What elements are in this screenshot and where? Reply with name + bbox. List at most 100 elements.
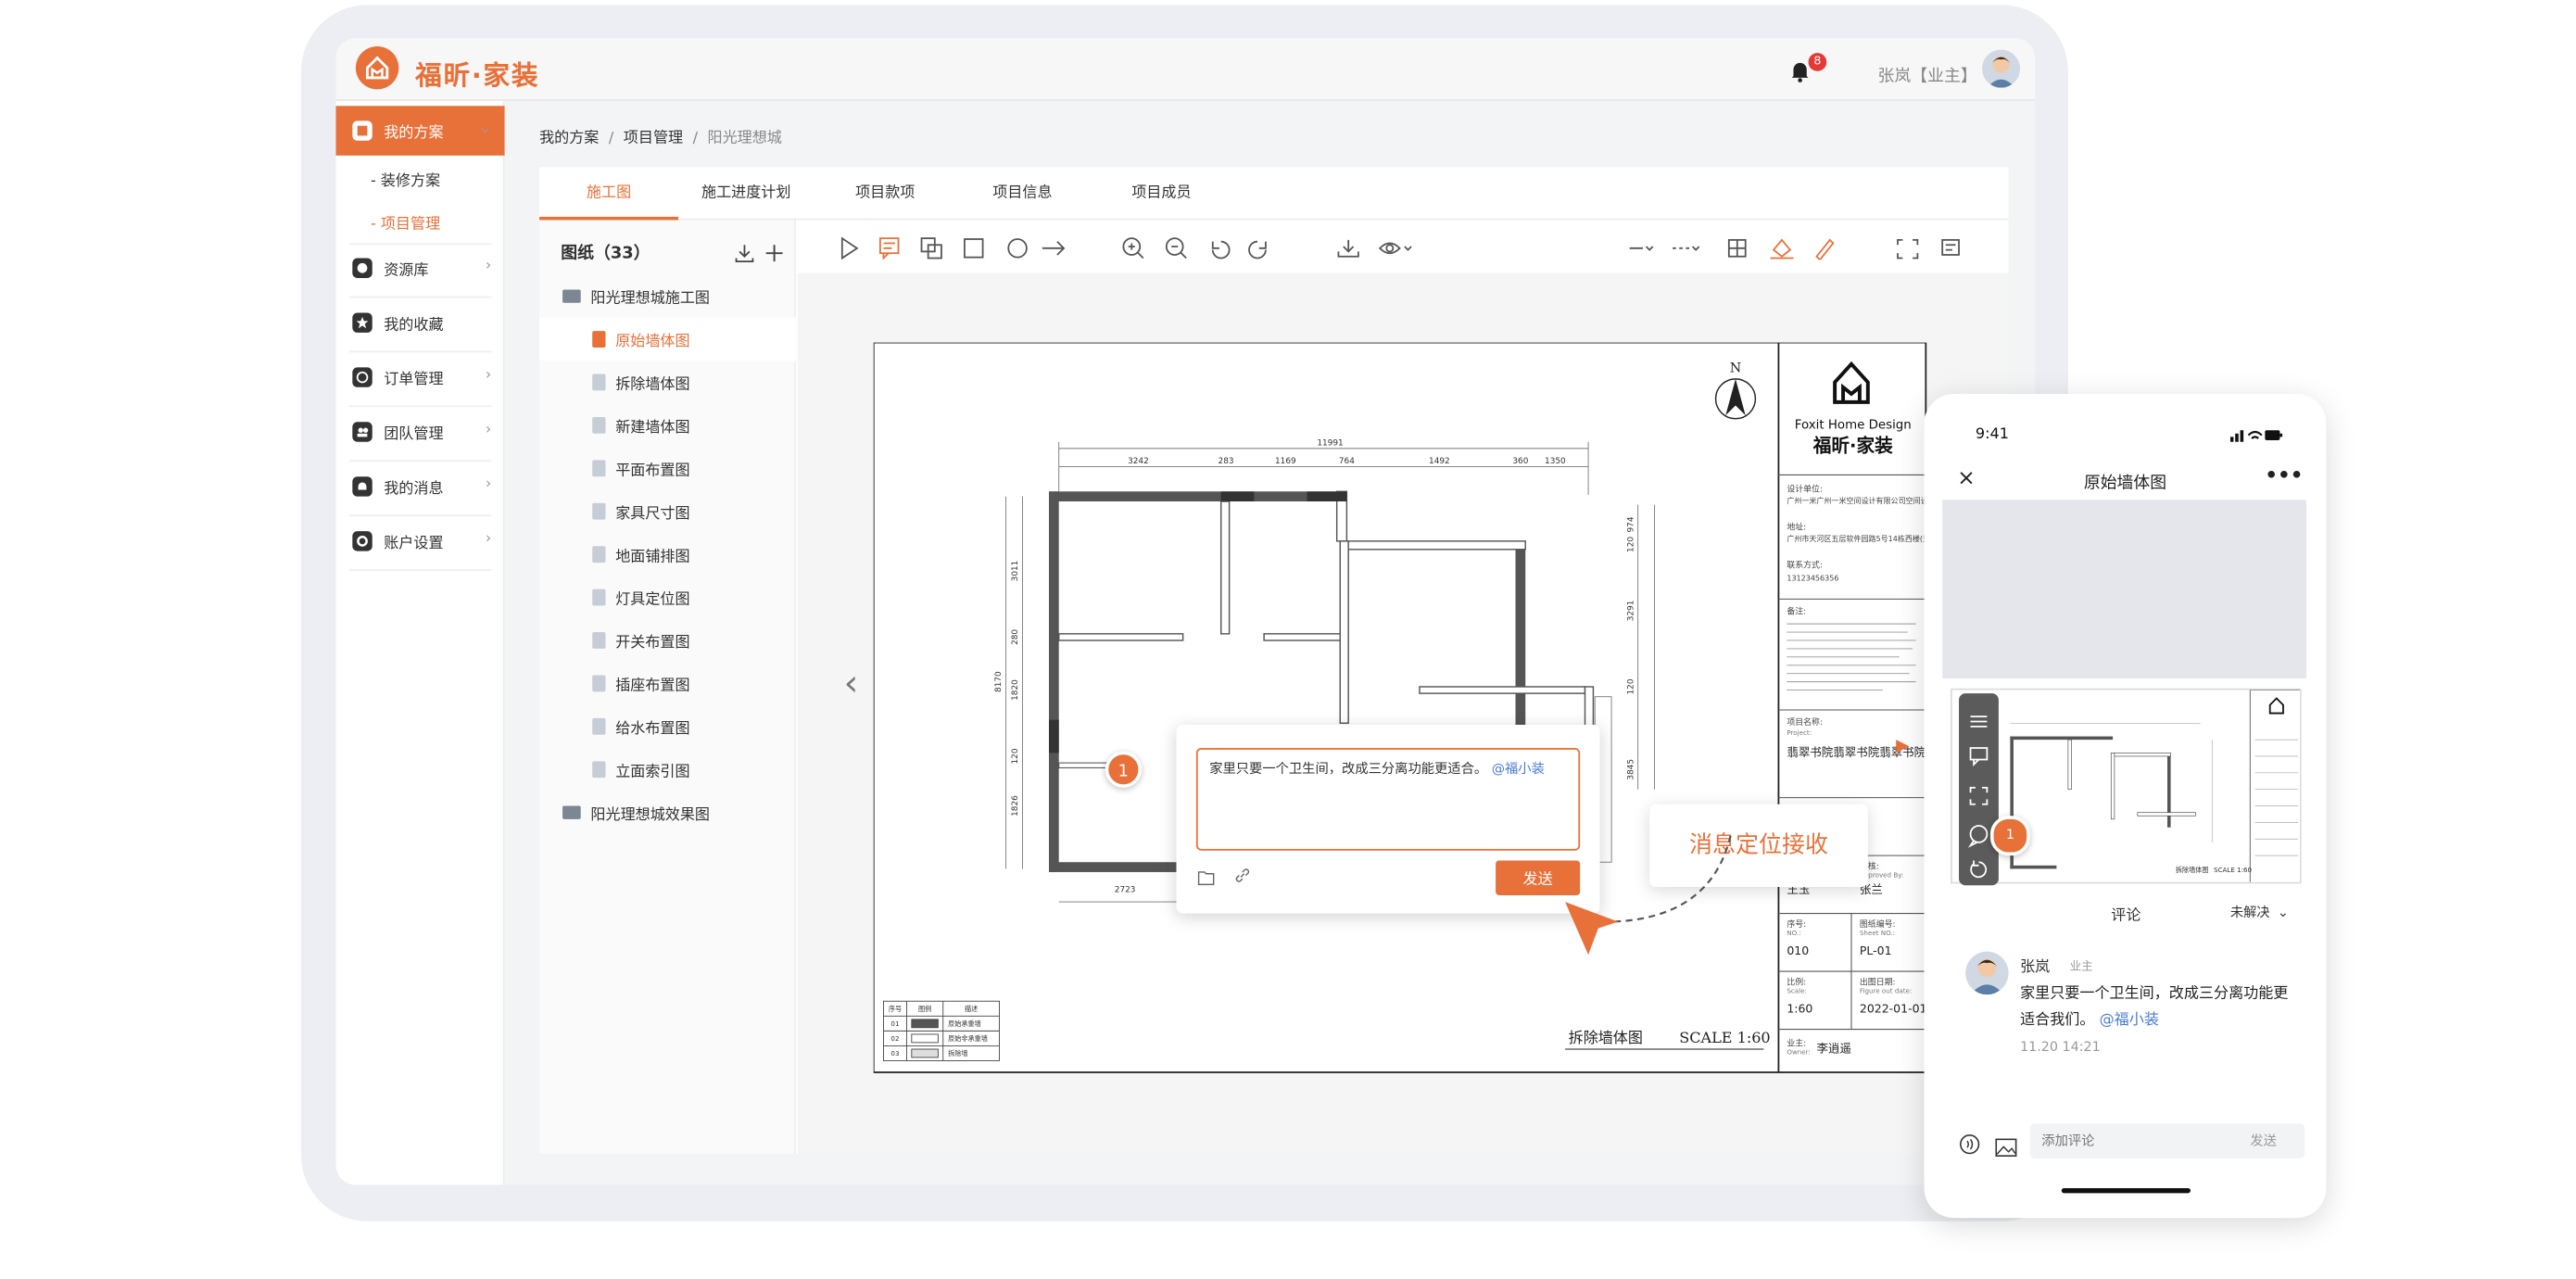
file-item[interactable]: 开关布置图: [539, 619, 796, 662]
svg-text:01: 01: [890, 1019, 899, 1028]
image-icon[interactable]: [1995, 1132, 2017, 1163]
tab-payments[interactable]: 项目款项: [815, 167, 954, 220]
file-item[interactable]: 灯具定位图: [539, 576, 796, 618]
blueprint-sheet: Foxit Home Design 福昕·家装 设计单位: 广州一米广州一米空间…: [873, 342, 1927, 1073]
folder-label: 阳光理想城施工图: [590, 290, 711, 308]
link-icon[interactable]: [1234, 859, 1251, 891]
file-label: 新建墙体图: [615, 419, 690, 437]
file-item[interactable]: 地面铺排图: [539, 533, 796, 576]
svg-text:120: 120: [1626, 678, 1635, 694]
project-label: 项目名称:: [1787, 716, 1823, 728]
download-icon[interactable]: [735, 238, 754, 270]
notification-badge: 8: [1808, 53, 1827, 71]
dollar-icon: [352, 367, 373, 387]
sidebar-item-label: 订单管理: [384, 371, 444, 388]
svg-text:描述: 描述: [965, 1005, 978, 1013]
rotate-left-icon: [1211, 240, 1231, 260]
status-time: 9:41: [1975, 426, 2009, 444]
more-icon[interactable]: •••: [2265, 463, 2303, 487]
file-icon: [592, 589, 606, 606]
file-item[interactable]: 平面布置图: [539, 447, 796, 489]
svg-text:03: 03: [890, 1049, 899, 1057]
drawing-title: 拆除墙体图: [1569, 1029, 1643, 1046]
file-item[interactable]: 拆除墙体图: [539, 361, 796, 403]
brand-en: Foxit Home Design: [1795, 418, 1912, 432]
design-unit-label: 设计单位:: [1787, 483, 1823, 494]
folder-construction[interactable]: 阳光理想城施工图: [539, 274, 796, 317]
contact: 13123456356: [1787, 575, 1838, 583]
user-name[interactable]: 张岚【业主】: [1878, 61, 1977, 86]
sidebar-item-messages[interactable]: 我的消息 ›: [335, 462, 504, 512]
sidebar-item-my-plans[interactable]: 我的方案 ⌄: [335, 106, 505, 156]
svg-text:3242: 3242: [1128, 457, 1149, 466]
comment-marker[interactable]: 1: [1105, 751, 1142, 788]
pen-icon: [1815, 238, 1835, 260]
svg-text:11991: 11991: [1317, 438, 1343, 448]
send-button[interactable]: 发送: [2250, 1132, 2277, 1150]
filter-dropdown[interactable]: 未解决 ⌄: [2230, 904, 2289, 922]
sidebar-item-team[interactable]: 团队管理 ›: [335, 407, 504, 457]
file-item[interactable]: 家具尺寸图: [539, 490, 796, 533]
scale: 1:60: [1787, 1002, 1812, 1016]
sidebar-item-label: 我的方案: [384, 124, 444, 142]
file-item[interactable]: 原始墙体图: [539, 317, 796, 361]
address: 广州市天河区五层软件园路5号14栋西楼(天河软件园)2104: [1787, 534, 1927, 543]
brand-cn: 福昕·家装: [1812, 435, 1893, 456]
breadcrumb-item[interactable]: 项目管理: [624, 131, 683, 147]
folder-renderings[interactable]: 阳光理想城效果图: [539, 791, 796, 833]
file-item[interactable]: 新建墙体图: [539, 404, 796, 447]
sidebar-item-orders[interactable]: 订单管理 ›: [335, 352, 504, 402]
sidebar-item-label: 账户设置: [384, 535, 444, 552]
gear-icon: [352, 531, 373, 551]
file-item[interactable]: 立面索引图: [539, 748, 796, 791]
folder-icon[interactable]: [1197, 860, 1215, 892]
previous-page-icon[interactable]: ‹: [844, 664, 859, 705]
sidebar-item-resources[interactable]: 资源库 ›: [335, 243, 504, 293]
file-label: 原始墙体图: [615, 333, 690, 350]
comment-input[interactable]: 家里只要一个卫生间，改成三分离功能更适合。 @福小装: [1195, 748, 1581, 851]
file-label: 平面布置图: [615, 462, 690, 479]
chevron-right-icon: ›: [485, 476, 492, 494]
tab-schedule[interactable]: 施工进度计划: [676, 167, 815, 220]
comment-role: 业主: [2069, 959, 2093, 973]
app-window: 福昕·家装 8 张岚【业主】 我的方案 ⌄ - 装修方案 - 项目管理 资源库: [335, 38, 2036, 1185]
file-label: 灯具定位图: [615, 591, 690, 609]
svg-text:1820: 1820: [1011, 679, 1020, 701]
wifi-icon: [2247, 430, 2263, 439]
sidebar-item-label: 团队管理: [384, 425, 444, 443]
team-icon: [352, 422, 373, 442]
home-indicator: [2061, 1187, 2191, 1194]
tab-project-info[interactable]: 项目信息: [953, 167, 1092, 220]
zoom-in-icon: [1122, 237, 1144, 260]
thumbnail-comment-marker[interactable]: 1: [1989, 816, 2030, 856]
comment-mention[interactable]: @福小装: [2100, 1013, 2159, 1030]
breadcrumb-item[interactable]: 我的方案: [539, 131, 599, 147]
chat-icon: [1967, 825, 1989, 848]
comment-avatar: [1965, 951, 2009, 995]
add-icon[interactable]: [764, 238, 784, 270]
sheet-border: [873, 342, 1927, 1073]
svg-text:序号: 序号: [889, 1005, 902, 1013]
sidebar-sub-item-project-management[interactable]: - 项目管理: [371, 212, 440, 234]
tab-members[interactable]: 项目成员: [1092, 167, 1231, 220]
logo-icon: [355, 45, 399, 90]
connector-arrow: [1565, 835, 1732, 956]
file-item[interactable]: 给水布置图: [539, 705, 796, 748]
battery-icon: [2265, 430, 2283, 440]
file-item[interactable]: 插座布置图: [539, 662, 796, 704]
dashed-connector: [1611, 835, 1732, 923]
comments-heading: 评论: [2111, 908, 2141, 926]
sidebar-item-favorites[interactable]: 我的收藏: [335, 298, 504, 348]
file-label: 插座布置图: [615, 677, 690, 695]
voice-icon[interactable]: [1959, 1130, 1980, 1161]
tab-construction-drawings[interactable]: 施工图: [539, 167, 679, 221]
svg-text:原始非承重墙: 原始非承重墙: [948, 1034, 988, 1043]
sidebar-sub-item-decoration-plan[interactable]: - 装修方案: [371, 169, 440, 190]
refresh-icon: [1970, 860, 1988, 879]
signal-icon: [2229, 430, 2244, 442]
line-style-icon: [1629, 246, 1654, 251]
sidebar-item-account[interactable]: 账户设置 ›: [335, 516, 504, 566]
file-icon: [592, 331, 606, 348]
avatar[interactable]: [1982, 49, 2021, 88]
plan-icon: [352, 120, 373, 141]
